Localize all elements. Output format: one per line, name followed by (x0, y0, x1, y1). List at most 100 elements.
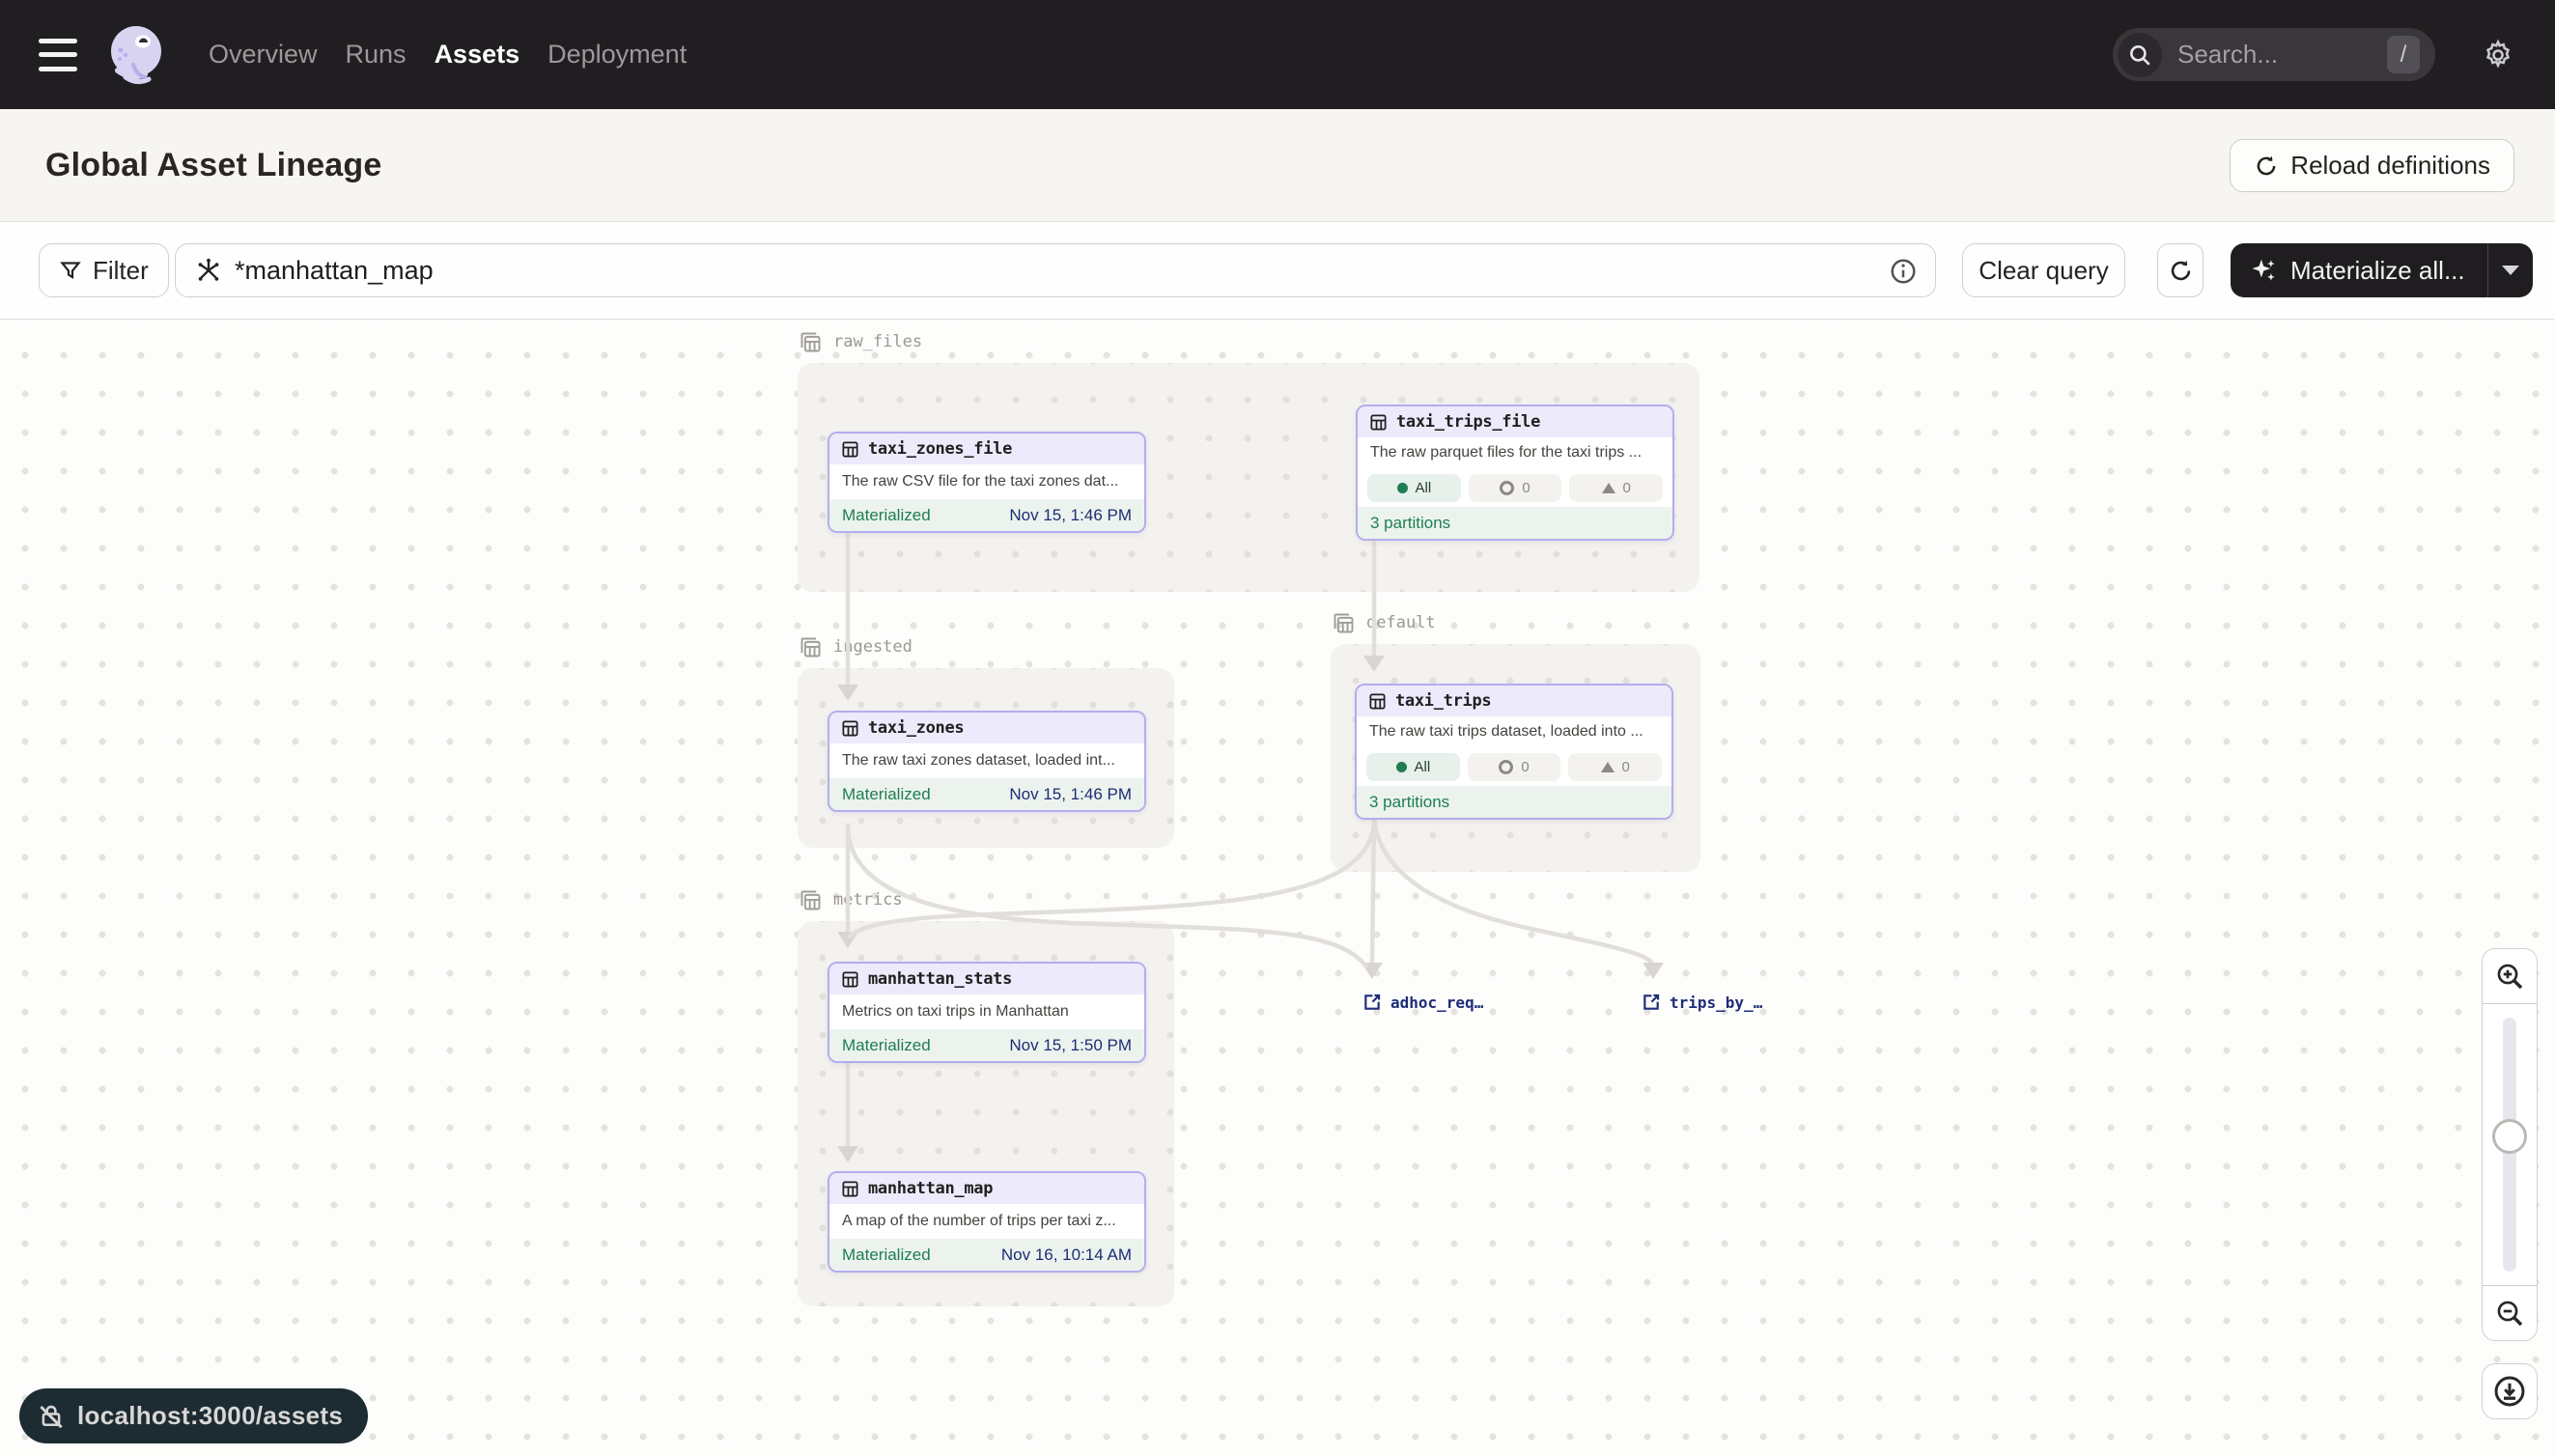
reload-definitions-button[interactable]: Reload definitions (2230, 139, 2514, 192)
asset-node-taxi_trips_file[interactable]: taxi_trips_fileThe raw parquet files for… (1356, 405, 1674, 541)
search-icon (2118, 33, 2162, 77)
page-header: Global Asset Lineage Reload definitions (0, 109, 2555, 222)
partition-pill-label: 0 (1521, 759, 1529, 775)
partition-pill-label: 0 (1623, 480, 1631, 496)
zoom-slider[interactable] (2483, 1003, 2537, 1286)
zoom-out-button[interactable] (2483, 1286, 2537, 1340)
table-icon (1368, 692, 1387, 711)
partition-health-row: All 0 0 (1357, 747, 1671, 786)
asset-name: manhattan_map (868, 1179, 993, 1198)
sparkle-icon (2250, 256, 2279, 285)
table-icon (841, 970, 859, 989)
asset-node-footer: MaterializedNov 15, 1:46 PM (829, 499, 1144, 531)
asset-node-footer: Materialized Nov 15, 1:50 PM (829, 1029, 1144, 1061)
nav-item-overview[interactable]: Overview (209, 40, 318, 70)
lineage-toolbar: Filter *manhattan_map Clear query Materi… (0, 222, 2555, 320)
asset-description: The raw CSV file for the taxi zones dat.… (829, 464, 1144, 499)
group-label-metrics[interactable]: metrics (798, 884, 903, 915)
materialization-timestamp[interactable]: Nov 15, 1:50 PM (1009, 1036, 1132, 1055)
materialization-timestamp[interactable]: Nov 16, 10:14 AM (1001, 1246, 1132, 1265)
asset-node-footer: 3 partitions (1358, 507, 1672, 539)
materialize-dropdown-button[interactable] (2487, 243, 2533, 297)
asset-description: A map of the number of trips per taxi z.… (829, 1204, 1144, 1239)
nav-tabs: Overview Runs Assets Deployment (209, 40, 687, 70)
download-view-button[interactable] (2482, 1363, 2538, 1419)
filter-button[interactable]: Filter (39, 243, 169, 297)
partition-pill-label: 0 (1522, 480, 1530, 496)
asset-node-header[interactable]: manhattan_stats (829, 964, 1144, 994)
asset-name: taxi_trips_file (1396, 412, 1540, 432)
asset-name: taxi_trips (1395, 691, 1491, 711)
table-icon (841, 1180, 859, 1198)
zoom-in-button[interactable] (2483, 949, 2537, 1003)
partition-pill-label: 0 (1622, 759, 1630, 775)
asset-node-header[interactable]: taxi_zones_file (829, 434, 1144, 464)
asset-group-icon (1331, 610, 1357, 636)
zoom-in-icon (2494, 961, 2525, 992)
missing-triangle-icon (1602, 483, 1615, 493)
query-info-icon[interactable] (1889, 257, 1918, 293)
settings-gear-icon[interactable] (2482, 39, 2514, 71)
zoom-slider-handle[interactable] (2492, 1119, 2527, 1154)
external-asset-label: adhoc_req… (1390, 994, 1483, 1012)
global-search[interactable]: / (2113, 28, 2435, 81)
materialize-all-button[interactable]: Materialize all... (2231, 243, 2533, 297)
table-icon (841, 719, 859, 738)
partition-count: 3 partitions (1370, 514, 1450, 533)
asset-node-header[interactable]: taxi_trips (1357, 686, 1671, 716)
partition-pill-all[interactable]: All (1366, 753, 1460, 781)
partition-count: 3 partitions (1369, 793, 1449, 812)
materialized-status: Materialized (842, 1036, 931, 1055)
materialization-timestamp[interactable]: Nov 15, 1:46 PM (1009, 785, 1132, 804)
asset-node-header[interactable]: manhattan_map (829, 1173, 1144, 1204)
asset-node-header[interactable]: taxi_trips_file (1358, 406, 1672, 437)
materialization-timestamp[interactable]: Nov 15, 1:46 PM (1009, 506, 1132, 525)
nav-item-deployment[interactable]: Deployment (548, 40, 687, 70)
asset-description: Metrics on taxi trips in Manhattan (829, 994, 1144, 1029)
partition-health-row: All 0 0 (1358, 468, 1672, 507)
filter-funnel-icon (59, 259, 82, 282)
dagster-logo-icon[interactable] (104, 22, 170, 88)
asset-node-taxi_trips[interactable]: taxi_tripsThe raw taxi trips dataset, lo… (1355, 684, 1673, 820)
browser-status-bubble: localhost:3000/assets (19, 1388, 368, 1443)
materialize-all-main[interactable]: Materialize all... (2231, 243, 2487, 297)
refresh-button[interactable] (2157, 243, 2204, 297)
asset-group-icon (798, 329, 824, 355)
materialized-status: Materialized (842, 1246, 931, 1265)
asset-node-footer: Materialized Nov 15, 1:46 PM (829, 778, 1144, 810)
partition-pill-all[interactable]: All (1367, 474, 1461, 502)
group-label-raw_files[interactable]: raw_files (798, 326, 922, 357)
asset-selection-input[interactable]: *manhattan_map (175, 243, 1936, 297)
asset-node-taxi_zones_file[interactable]: taxi_zones_fileThe raw CSV file for the … (828, 432, 1146, 533)
materialized-dot-icon (1397, 483, 1408, 493)
group-name: default (1366, 613, 1436, 632)
materialized-dot-icon (1396, 762, 1407, 772)
group-label-ingested[interactable]: ingested (798, 631, 912, 662)
group-label-default[interactable]: default (1331, 607, 1436, 638)
clear-query-button[interactable]: Clear query (1962, 243, 2125, 297)
failed-ring-icon (1499, 760, 1513, 774)
partition-pill-zero-triangle[interactable]: 0 (1568, 753, 1662, 781)
page-title: Global Asset Lineage (45, 147, 382, 184)
nav-item-assets[interactable]: Assets (435, 40, 520, 70)
external-asset-adhoc_request[interactable]: adhoc_req… (1362, 993, 1483, 1012)
materialized-status: Materialized (842, 785, 931, 804)
partition-pill-zero-circle[interactable]: 0 (1469, 474, 1562, 502)
asset-node-manhattan_stats[interactable]: manhattan_statsMetrics on taxi trips in … (828, 962, 1146, 1063)
external-asset-trips_by_week[interactable]: trips_by_… (1642, 993, 1762, 1012)
partition-pill-zero-triangle[interactable]: 0 (1569, 474, 1663, 502)
edge-arrowhead (1642, 963, 1664, 979)
chevron-down-icon (2502, 266, 2519, 275)
external-link-icon (1642, 993, 1661, 1012)
asset-node-taxi_zones[interactable]: taxi_zonesThe raw taxi zones dataset, lo… (828, 711, 1146, 812)
partition-pill-zero-circle[interactable]: 0 (1468, 753, 1561, 781)
asset-node-footer: 3 partitions (1357, 786, 1671, 818)
asset-node-footer: Materialized Nov 16, 10:14 AM (829, 1239, 1144, 1271)
partition-pill-label: All (1415, 759, 1431, 775)
asset-node-manhattan_map[interactable]: manhattan_map A map of the number of trip… (828, 1171, 1146, 1273)
asset-node-header[interactable]: taxi_zones (829, 713, 1144, 743)
nav-item-runs[interactable]: Runs (346, 40, 407, 70)
group-name: metrics (833, 890, 903, 910)
asset-description: The raw taxi zones dataset, loaded int..… (829, 743, 1144, 778)
menu-icon[interactable] (39, 39, 77, 71)
